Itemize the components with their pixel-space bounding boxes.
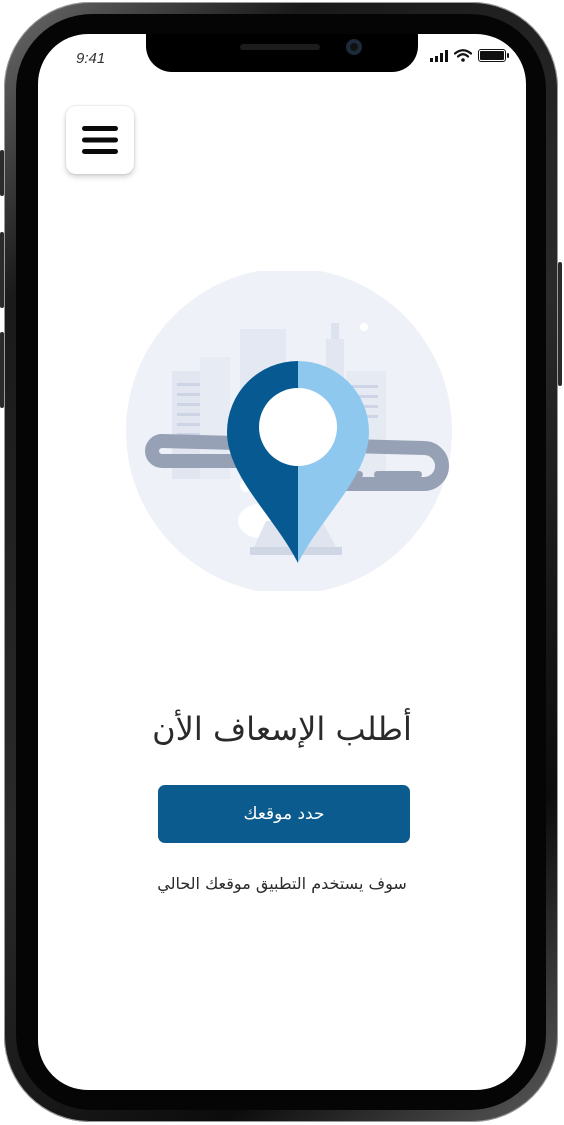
hamburger-menu-icon — [82, 126, 118, 154]
app-screen: 9:41 أطلب الإسعاف الأن حدد موقعك سوف يست… — [38, 34, 526, 1090]
speaker-grille — [240, 44, 320, 50]
wifi-icon — [454, 49, 472, 62]
page-title: أطلب الإسعاف الأن — [152, 710, 412, 748]
power-button — [558, 262, 562, 386]
menu-button[interactable] — [66, 106, 134, 174]
notch — [146, 34, 418, 72]
location-notice: سوف يستخدم التطبيق موقعك الحالي — [157, 874, 407, 893]
location-illustration — [126, 271, 452, 591]
signal-icon — [430, 49, 448, 62]
status-icons — [430, 49, 509, 62]
volume-down-button — [0, 332, 4, 408]
status-time: 9:41 — [76, 50, 106, 67]
select-location-button[interactable]: حدد موقعك — [158, 785, 410, 843]
battery-icon — [478, 49, 509, 62]
volume-up-button — [0, 232, 4, 308]
silent-switch — [0, 150, 4, 196]
front-camera — [346, 39, 362, 55]
